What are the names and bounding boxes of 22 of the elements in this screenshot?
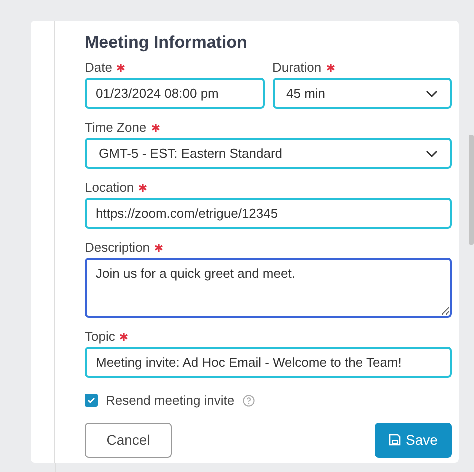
dropdown[interactable]: 45 min [272,78,452,109]
field-label: Description [85,239,150,258]
checkbox[interactable] [85,394,98,408]
text-field[interactable]: 01/23/2024 08:00 pm [85,78,264,109]
field-label: Location [85,179,134,198]
text-area[interactable]: Join us for a quick greet and meet. [85,258,452,318]
check-icon [87,396,96,406]
field-label: Time Zone [85,119,147,138]
field-label: Topic [85,328,116,346]
cancel-button[interactable]: Cancel [85,422,172,458]
field-label: Date [85,59,112,78]
chevron-down-icon [426,90,438,98]
checkbox-label: Resend meeting invite [106,392,235,410]
scrollbar-thumb[interactable] [469,135,474,245]
field-label: Duration [272,59,322,78]
save-button[interactable]: Save [375,422,452,458]
section-title: Meeting Information [85,32,248,54]
help-icon[interactable] [242,394,255,407]
text-field[interactable]: Meeting invite: Ad Hoc Email - Welcome to the Team! [85,347,452,378]
dropdown[interactable]: GMT-5 - EST: Eastern Standard [85,138,452,169]
text-field[interactable]: https://zoom.com/etrigue/12345 [85,198,452,229]
chevron-down-icon [426,150,438,158]
